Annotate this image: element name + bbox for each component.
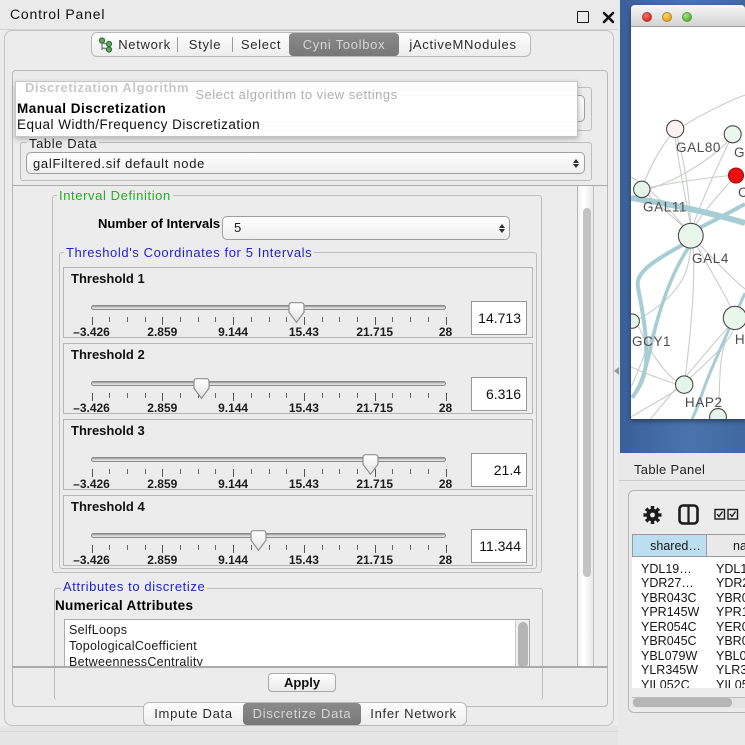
svg-text:GCY1: GCY1 [632,334,671,349]
svg-text:H: H [735,332,745,347]
svg-text:HAP2: HAP2 [685,395,723,410]
svg-text:C: C [738,185,745,200]
svg-text:GAL11: GAL11 [643,200,687,215]
svg-text:GAL80: GAL80 [676,140,721,155]
svg-text:GAL4: GAL4 [692,251,729,266]
svg-text:GA: GA [734,145,745,160]
